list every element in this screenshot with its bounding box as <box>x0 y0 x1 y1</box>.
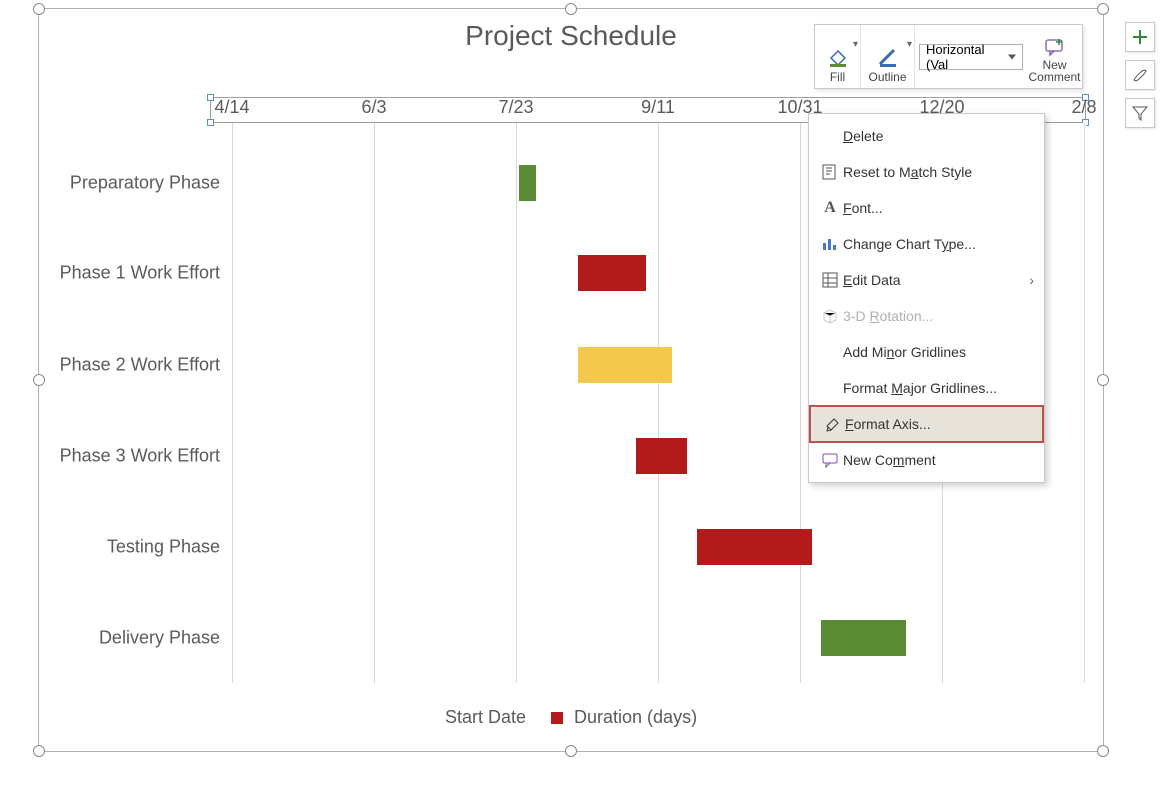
font-icon: A <box>817 199 843 217</box>
resize-handle-mr[interactable] <box>1097 374 1109 386</box>
resize-handle-bm[interactable] <box>565 745 577 757</box>
resize-handle-br[interactable] <box>1097 745 1109 757</box>
chevron-down-icon: ▾ <box>853 39 858 50</box>
brush-icon <box>1131 66 1149 84</box>
resize-handle-tm[interactable] <box>565 3 577 15</box>
chart-element-selector-wrap: Horizontal (Val <box>915 25 1027 88</box>
x-tick: 4/14 <box>214 97 249 118</box>
ctx-add-minor-gridlines[interactable]: Add Minor Gridlines <box>809 334 1044 370</box>
resize-handle-ml[interactable] <box>33 374 45 386</box>
ctx-3d-rotation: 3-D Rotation... <box>809 298 1044 334</box>
chart-elements-button[interactable] <box>1125 22 1155 52</box>
y-category: Phase 3 Work Effort <box>0 446 220 467</box>
chart-icon <box>817 235 843 253</box>
edit-data-icon <box>817 271 843 289</box>
ctx-new-comment[interactable]: New Comment <box>809 442 1044 478</box>
funnel-icon <box>1131 104 1149 122</box>
bar-phase3[interactable] <box>636 438 687 474</box>
ctx-reset-match-style[interactable]: Reset to Match Style <box>809 154 1044 190</box>
gridline <box>658 123 659 683</box>
plus-icon <box>1131 28 1149 46</box>
chart-element-selector[interactable]: Horizontal (Val <box>919 44 1023 70</box>
chart-legend[interactable]: Start Date Duration (days) <box>38 707 1104 728</box>
chart-styles-button[interactable] <box>1125 60 1155 90</box>
x-tick: 9/11 <box>641 97 675 118</box>
ctx-format-major-gridlines[interactable]: Format Major Gridlines... <box>809 370 1044 406</box>
new-comment-label: NewComment <box>1029 59 1081 84</box>
bar-preparatory[interactable] <box>519 165 536 201</box>
gridline <box>800 123 801 683</box>
selector-value: Horizontal (Val <box>926 42 1004 72</box>
bar-phase2[interactable] <box>578 347 672 383</box>
resize-handle-bl[interactable] <box>33 745 45 757</box>
outline-label: Outline <box>868 70 906 84</box>
ctx-change-chart-type[interactable]: Change Chart Type... <box>809 226 1044 262</box>
bar-testing[interactable] <box>697 529 812 565</box>
gridline <box>232 123 233 683</box>
resize-handle-tr[interactable] <box>1097 3 1109 15</box>
gridline <box>1084 123 1085 683</box>
cube-icon <box>817 307 843 325</box>
bar-delivery[interactable] <box>821 620 906 656</box>
outline-icon <box>876 46 900 70</box>
mini-toolbar: ▾ Fill ▾ Outline Horizontal (Val NewComm… <box>814 24 1083 89</box>
legend-item-duration: Duration (days) <box>574 707 697 727</box>
chevron-right-icon: › <box>1029 272 1034 288</box>
chart-side-buttons <box>1125 22 1155 128</box>
axis-handle-bl[interactable] <box>207 119 214 126</box>
y-category: Testing Phase <box>0 537 220 558</box>
chart-filters-button[interactable] <box>1125 98 1155 128</box>
x-tick: 7/23 <box>498 97 533 118</box>
ctx-format-axis[interactable]: Format Axis... <box>809 405 1044 443</box>
outline-button[interactable]: ▾ Outline <box>861 25 915 88</box>
fill-label: Fill <box>830 70 845 84</box>
x-tick: 6/3 <box>361 97 386 118</box>
reset-icon <box>817 163 843 181</box>
x-tick: 2/8 <box>1071 97 1096 118</box>
ctx-edit-data[interactable]: Edit Data › <box>809 262 1044 298</box>
fill-button[interactable]: ▾ Fill <box>815 25 861 88</box>
legend-item-start: Start Date <box>445 707 526 727</box>
ctx-delete[interactable]: Delete <box>809 118 1044 154</box>
comment-plus-icon <box>1043 35 1067 59</box>
chevron-down-icon: ▾ <box>907 39 912 50</box>
legend-swatch-duration <box>551 712 563 724</box>
y-category: Phase 1 Work Effort <box>0 263 220 284</box>
new-comment-button[interactable]: NewComment <box>1027 25 1082 88</box>
comment-icon <box>817 451 843 469</box>
fill-icon <box>826 46 850 70</box>
ctx-font[interactable]: A Font... <box>809 190 1044 226</box>
gridline <box>374 123 375 683</box>
y-category: Delivery Phase <box>0 628 220 649</box>
axis-handle-tl[interactable] <box>207 94 214 101</box>
bar-phase1[interactable] <box>578 255 646 291</box>
y-category: Phase 2 Work Effort <box>0 355 220 376</box>
resize-handle-tl[interactable] <box>33 3 45 15</box>
gridline <box>516 123 517 683</box>
format-axis-icon <box>819 415 845 433</box>
y-category: Preparatory Phase <box>0 173 220 194</box>
context-menu: Delete Reset to Match Style A Font... Ch… <box>808 113 1045 483</box>
